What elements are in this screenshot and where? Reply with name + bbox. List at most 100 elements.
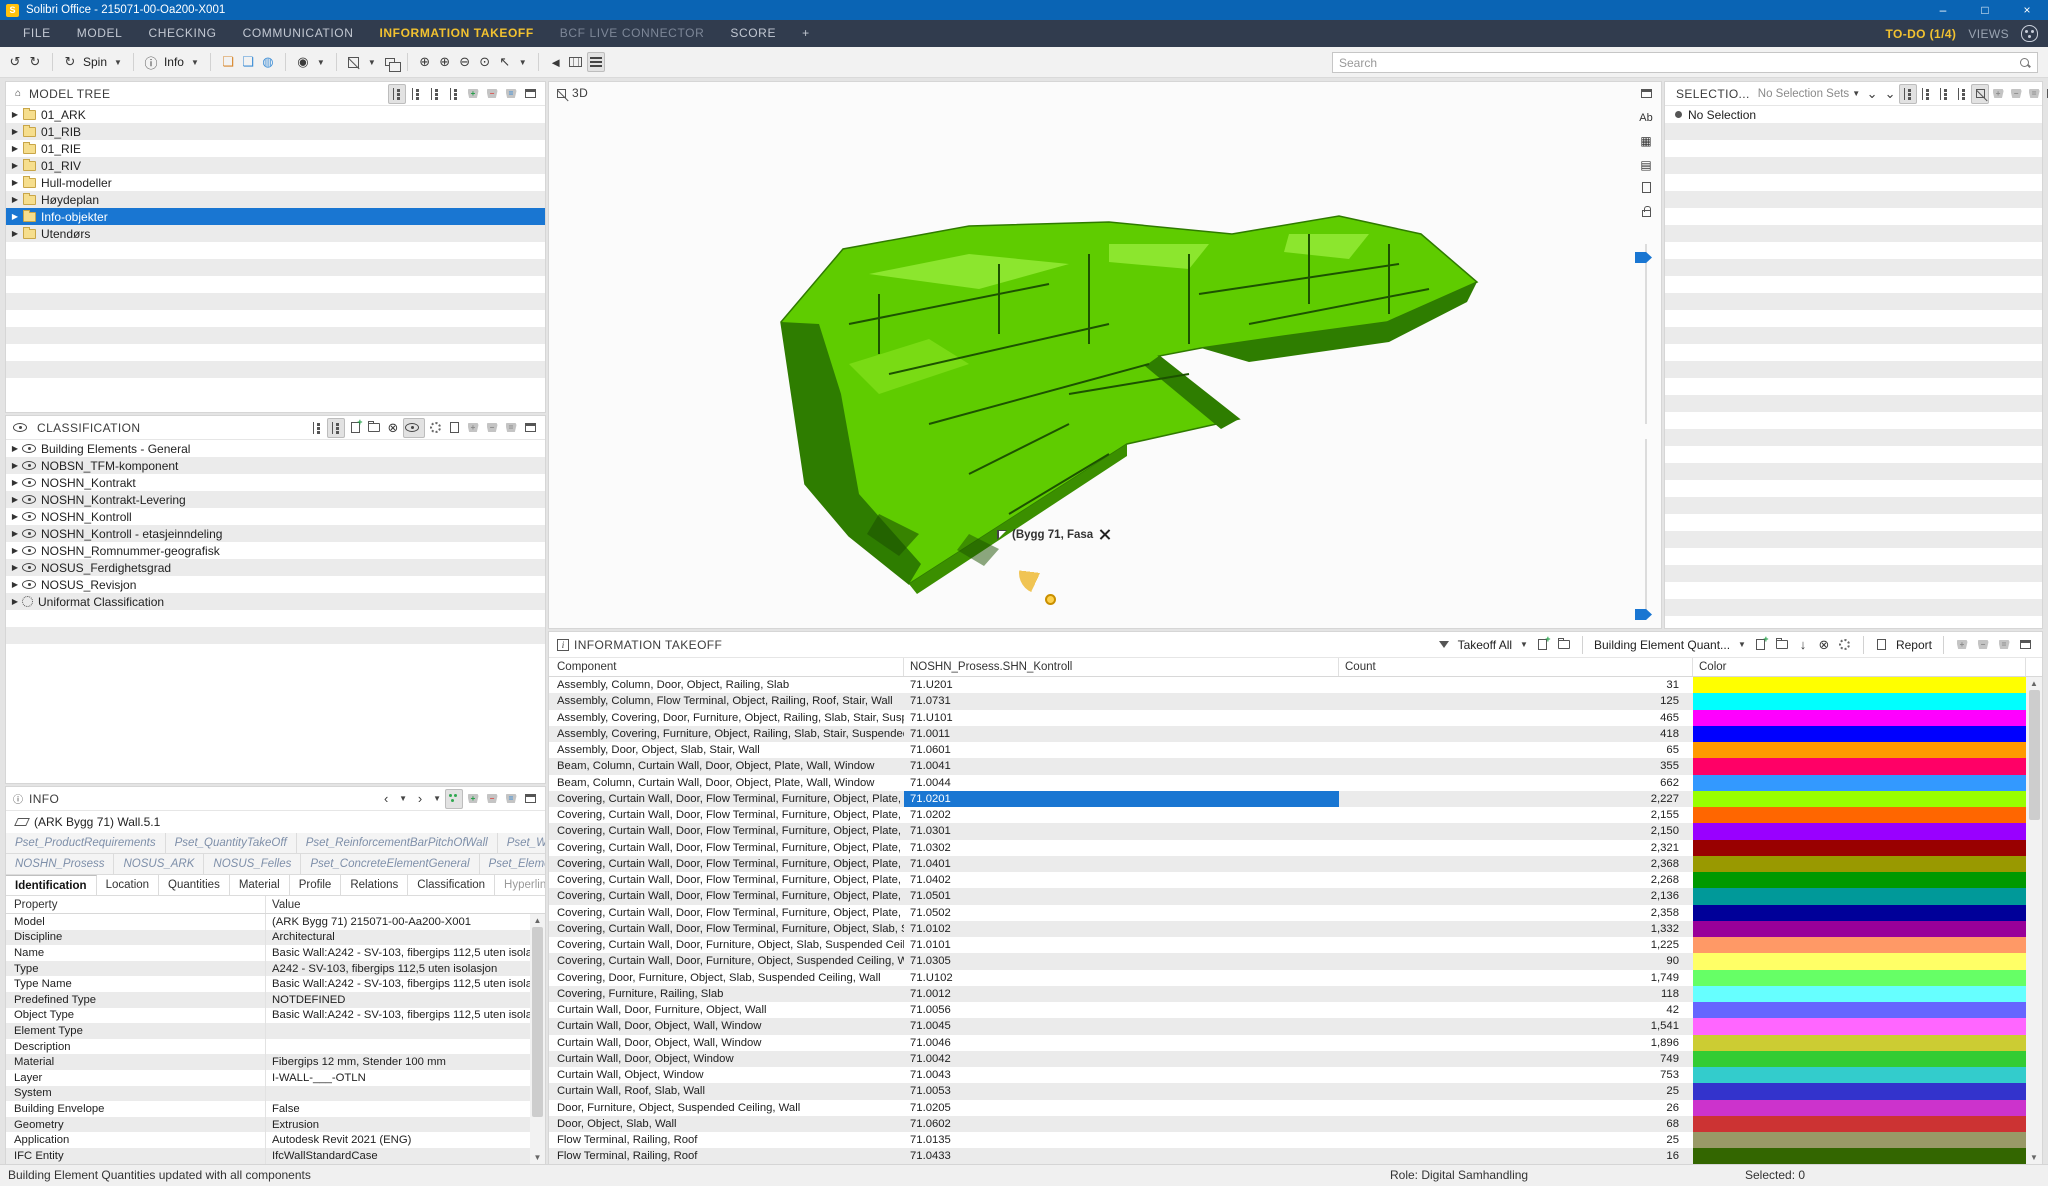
text-labels-tool[interactable]: Ab (1639, 112, 1652, 124)
takeoff-row[interactable]: Covering, Curtain Wall, Door, Flow Termi… (549, 823, 2042, 839)
select-dropdown-caret[interactable]: ▼ (317, 58, 325, 67)
scroll-down-icon[interactable]: ▼ (2030, 1151, 2038, 1164)
classification-item[interactable]: ▶ NOBSN_TFM-komponent (6, 457, 545, 474)
takeoff-row[interactable]: Door, Furniture, Object, Suspended Ceili… (549, 1100, 2042, 1116)
classification-item[interactable]: ▶ NOSUS_Ferdighetsgrad (6, 559, 545, 576)
info-tab[interactable]: NOSHN_Prosess (6, 854, 114, 874)
takeoff-row[interactable]: Curtain Wall, Door, Object, Wall, Window… (549, 1035, 2042, 1051)
takeoff-row[interactable]: Curtain Wall, Door, Object, Wall, Window… (549, 1018, 2042, 1034)
property-row[interactable]: Predefined Type NOTDEFINED (6, 992, 545, 1008)
clear-basket-icon[interactable]: ⌄ (1863, 84, 1881, 104)
containment-view-icon[interactable] (1953, 84, 1971, 104)
scrollbar-thumb[interactable] (2029, 690, 2040, 820)
property-row[interactable]: Model (ARK Bygg 71) 215071-00-Aa200-X001 (6, 914, 545, 930)
visibility-icon[interactable] (403, 418, 425, 438)
takeoff-row[interactable]: Assembly, Column, Flow Terminal, Object,… (549, 693, 2042, 709)
menu-item[interactable]: MODEL (64, 20, 136, 47)
info-tab[interactable]: NOSUS_Felles (204, 854, 301, 874)
model-tree-item[interactable]: ▶ 01_RIB (6, 123, 545, 140)
takeoff-definition-caret[interactable]: ▼ (1738, 640, 1746, 649)
menu-item[interactable]: INFORMATION TAKEOFF (366, 20, 546, 47)
menu-item[interactable]: FILE (10, 20, 64, 47)
classification-item[interactable]: ▶ NOSHN_Kontroll - etasjeinndeling (6, 525, 545, 542)
expand-arrow-icon[interactable]: ▶ (9, 127, 21, 136)
flat-view-icon[interactable] (1917, 84, 1935, 104)
panel-layout-icon[interactable] (521, 418, 539, 438)
color-column-header[interactable]: Color (1693, 658, 2026, 676)
new-definition-icon[interactable] (1752, 635, 1770, 655)
transparency-slider-track[interactable] (1645, 244, 1647, 424)
info-tab[interactable]: Identification (6, 875, 97, 895)
layers-view-icon[interactable] (1935, 84, 1953, 104)
pointer-tool-icon[interactable]: ↖ (496, 52, 514, 72)
section-box-icon[interactable] (381, 52, 399, 72)
info-tab[interactable]: Pset_QuantityTakeOff (166, 833, 297, 853)
expand-arrow-icon[interactable]: ▶ (9, 110, 21, 119)
takeoff-row[interactable]: Covering, Curtain Wall, Door, Flow Termi… (549, 856, 2042, 872)
info-tab[interactable]: Relations (341, 875, 408, 895)
flat-view-icon[interactable] (407, 84, 425, 104)
info-tab[interactable]: Pset_WallCommon (498, 833, 545, 853)
info-tab[interactable]: Pset_ElementShading (480, 854, 545, 874)
takeoff-row[interactable]: Assembly, Door, Object, Slab, Stair, Wal… (549, 742, 2042, 758)
basket-set-icon[interactable]: = (2025, 84, 2043, 104)
info-tab[interactable]: Profile (290, 875, 342, 895)
model-tree-item[interactable]: ▶ Høydeplan (6, 191, 545, 208)
takeoff-row[interactable]: Covering, Curtain Wall, Door, Flow Termi… (549, 872, 2042, 888)
export-icon[interactable]: ↓ (1794, 635, 1812, 655)
containment-view-icon[interactable] (445, 84, 463, 104)
tree-view-icon[interactable] (1899, 84, 1917, 104)
basket-remove-icon[interactable]: − (2007, 84, 2025, 104)
takeoff-row[interactable]: Beam, Column, Curtain Wall, Door, Object… (549, 775, 2042, 791)
property-row[interactable]: Name Basic Wall:A242 - SV-103, fibergips… (6, 945, 545, 961)
view-cube-icon[interactable] (345, 52, 363, 72)
lock-tool-icon[interactable] (1642, 206, 1651, 220)
menu-item[interactable]: CHECKING (135, 20, 229, 47)
maximize-button[interactable]: □ (1964, 0, 2006, 20)
property-row[interactable]: Description (6, 1039, 545, 1055)
property-row[interactable]: Building Envelope False (6, 1101, 545, 1117)
info-tool-icon[interactable]: ⓘ (142, 52, 160, 72)
report-icon[interactable] (1873, 635, 1891, 655)
property-column-header[interactable]: Property (6, 899, 265, 911)
property-row[interactable]: Object Type Basic Wall:A242 - SV-103, fi… (6, 1008, 545, 1024)
menu-item[interactable]: + (789, 20, 823, 47)
basket-set-icon[interactable]: = (502, 789, 520, 809)
property-row[interactable]: System (6, 1086, 545, 1102)
info-scrollbar[interactable]: ▲ ▼ (530, 914, 545, 1164)
info-tab[interactable]: Pset_ProductRequirements (6, 833, 166, 853)
refresh-model-icon[interactable]: ◍ (259, 52, 277, 72)
tree-view-icon[interactable] (388, 84, 406, 104)
expand-arrow-icon[interactable]: ▶ (9, 563, 21, 572)
info-tab[interactable]: Classification (408, 875, 495, 895)
expand-arrow-icon[interactable]: ▶ (9, 529, 21, 538)
redo-button[interactable]: ↻ (26, 52, 44, 72)
flat-view-icon[interactable] (327, 418, 345, 438)
spin-label[interactable]: Spin (83, 55, 107, 69)
basket-remove-icon[interactable]: − (483, 789, 501, 809)
view-dropdown-caret[interactable]: ▼ (368, 58, 376, 67)
takeoff-row[interactable]: Curtain Wall, Object, Window 71.0043 753 (549, 1067, 2042, 1083)
import-icon[interactable]: ⊗ (1815, 635, 1833, 655)
panel-layout-icon[interactable] (2016, 635, 2034, 655)
expand-arrow-icon[interactable]: ▶ (9, 161, 21, 170)
info-tab[interactable]: Hyperlinks (495, 875, 545, 895)
basket-set-icon[interactable]: = (502, 418, 520, 438)
basket-add-icon[interactable]: + (464, 84, 482, 104)
new-takeoff-icon[interactable] (1534, 635, 1552, 655)
takeoff-row[interactable]: Assembly, Covering, Door, Furniture, Obj… (549, 710, 2042, 726)
snapshot-tool-icon[interactable]: ▤ (1640, 158, 1651, 172)
basket-add-icon[interactable]: + (464, 418, 482, 438)
takeoff-row[interactable]: Assembly, Column, Door, Object, Railing,… (549, 677, 2042, 693)
layers-tool-icon[interactable] (587, 52, 605, 72)
takeoff-all-dropdown[interactable]: Takeoff All (1458, 638, 1512, 652)
takeoff-row[interactable]: Covering, Curtain Wall, Door, Flow Termi… (549, 840, 2042, 856)
model-tree-item[interactable]: ▶ Utendørs (6, 225, 545, 242)
panel-layout-icon[interactable] (521, 84, 539, 104)
takeoff-row[interactable]: Covering, Curtain Wall, Door, Flow Termi… (549, 791, 2042, 807)
count-column-header[interactable]: Count (1339, 658, 1693, 676)
undo-button[interactable]: ↺ (6, 52, 24, 72)
menu-item[interactable]: COMMUNICATION (230, 20, 367, 47)
close-classification-icon[interactable]: ⊗ (384, 418, 402, 438)
clear-add-icon[interactable]: ⌄ (1881, 84, 1899, 104)
